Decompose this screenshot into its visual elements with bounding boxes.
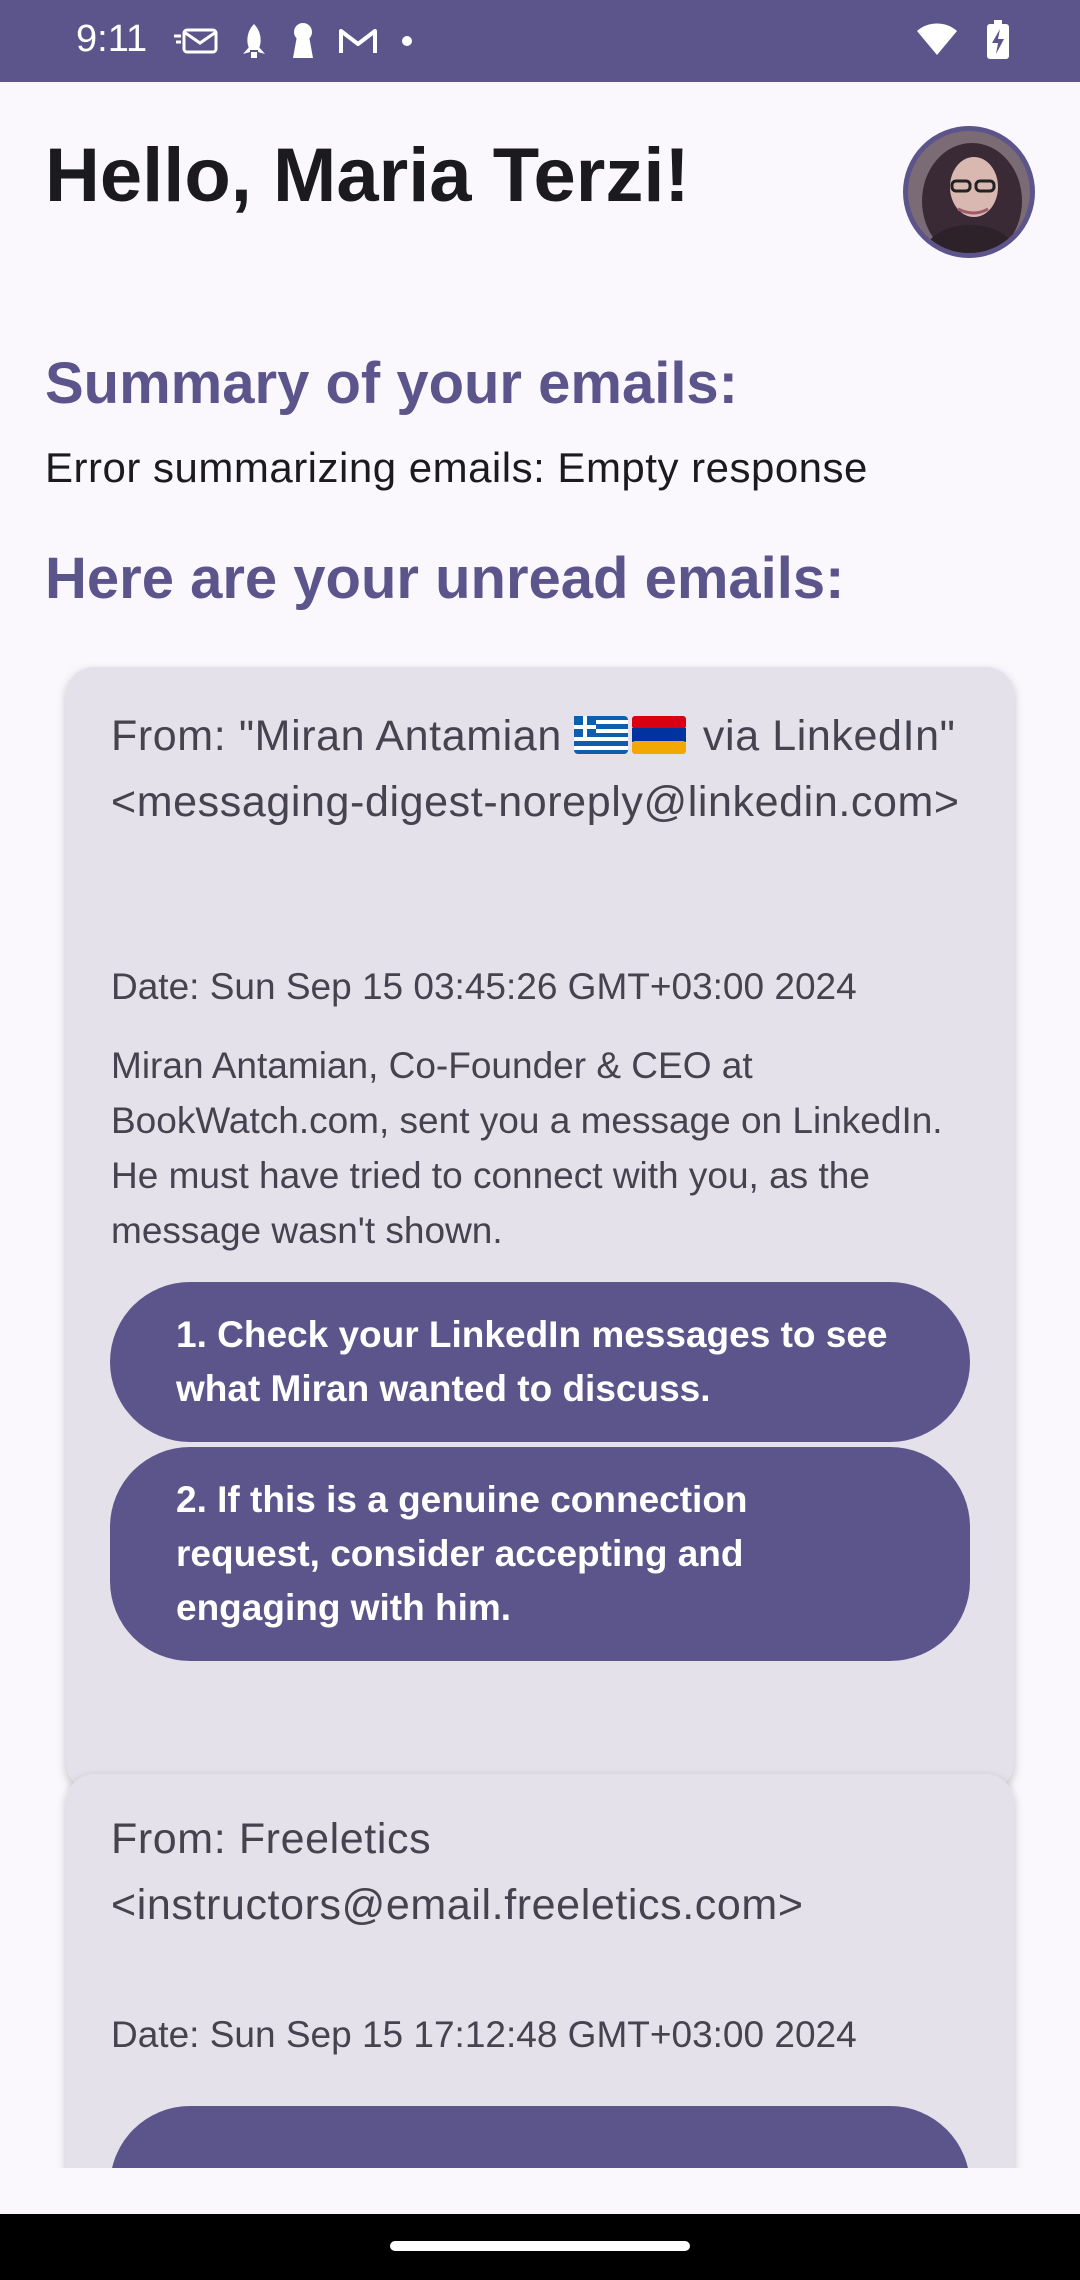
- wifi-icon: [916, 23, 958, 62]
- gmail-icon: [338, 26, 378, 61]
- email-card[interactable]: From: "Miran Antamian via LinkedIn" <mes…: [66, 667, 1014, 1791]
- email-card[interactable]: From: Freeletics <instructors@email.free…: [66, 1774, 1014, 2168]
- email-date: Date: Sun Sep 15 17:12:48 GMT+03:00 2024: [111, 2014, 857, 2055]
- action-button[interactable]: [110, 2106, 970, 2168]
- status-bar: 9:11: [0, 0, 1080, 82]
- email-body: Miran Antamian, Co-Founder & CEO at Book…: [111, 1045, 943, 1251]
- unread-title: Here are your unread emails:: [45, 546, 845, 611]
- main-content[interactable]: Hello, Maria Terzi! Summary of your emai…: [0, 82, 1080, 2168]
- message-icon: [174, 26, 218, 61]
- action-button-2[interactable]: 2. If this is a genuine connection reque…: [110, 1447, 970, 1661]
- summary-title: Summary of your emails:: [45, 351, 738, 416]
- action-button-1[interactable]: 1. Check your LinkedIn messages to see w…: [110, 1282, 970, 1442]
- home-gesture-handle[interactable]: [390, 2241, 690, 2251]
- dot-icon: [400, 34, 414, 53]
- greeting-title: Hello, Maria Terzi!: [45, 133, 690, 218]
- email-date: Date: Sun Sep 15 03:45:26 GMT+03:00 2024: [111, 966, 857, 1007]
- greece-flag-icon: [574, 707, 629, 754]
- notification-icons: [174, 22, 414, 65]
- keyhole-icon: [290, 22, 316, 65]
- email-sender: From: "Miran Antamian via LinkedIn" <mes…: [111, 703, 971, 835]
- email-sender-prefix: From: "Miran Antamian: [111, 712, 575, 760]
- email-sender: From: Freeletics <instructors@email.free…: [111, 1815, 804, 1929]
- battery-charging-icon: [986, 20, 1010, 65]
- avatar[interactable]: [903, 126, 1035, 258]
- status-time: 9:11: [76, 18, 148, 60]
- rocket-icon: [240, 22, 268, 65]
- armenia-flag-icon: [632, 707, 687, 754]
- summary-text: Error summarizing emails: Empty response: [45, 444, 868, 491]
- system-icons: [916, 20, 1010, 65]
